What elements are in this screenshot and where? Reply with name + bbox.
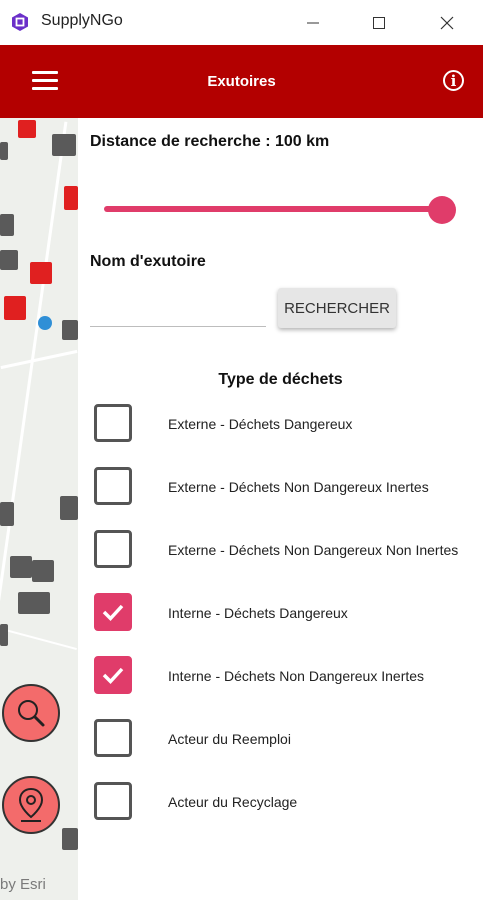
checkmark-icon xyxy=(102,604,124,622)
map-marker[interactable] xyxy=(62,828,78,850)
app-logo-icon xyxy=(12,13,28,31)
map-marker[interactable] xyxy=(0,502,14,526)
map-view[interactable]: by Esri xyxy=(0,118,79,900)
checkmark-icon xyxy=(102,667,124,685)
checkbox-row[interactable]: Externe - Déchets Dangereux xyxy=(94,404,483,446)
map-marker[interactable] xyxy=(0,214,14,236)
map-marker[interactable] xyxy=(38,316,52,330)
checkbox-row[interactable]: Acteur du Recyclage xyxy=(94,782,483,824)
checkbox-label: Acteur du Reemploi xyxy=(168,731,291,747)
map-road xyxy=(1,627,77,651)
close-button[interactable] xyxy=(424,0,470,45)
outlet-name-label: Nom d'exutoire xyxy=(90,253,206,270)
distance-label: Distance de recherche : 100 km xyxy=(90,133,330,150)
checkbox-row[interactable]: Externe - Déchets Non Dangereux Non Iner… xyxy=(94,530,483,572)
checkbox-label: Externe - Déchets Dangereux xyxy=(168,416,353,432)
checkbox-row[interactable]: Acteur du Reemploi xyxy=(94,719,483,761)
map-location-button[interactable] xyxy=(2,776,60,834)
app-header: Exutoires i xyxy=(0,45,483,118)
checkbox[interactable] xyxy=(94,656,132,694)
map-marker[interactable] xyxy=(0,250,18,270)
search-button[interactable]: RECHERCHER xyxy=(278,288,396,328)
info-glyph: i xyxy=(450,71,457,90)
checkbox[interactable] xyxy=(94,593,132,631)
map-marker[interactable] xyxy=(32,560,54,582)
checkbox-label: Externe - Déchets Non Dangereux Non Iner… xyxy=(168,542,459,558)
search-panel: Distance de recherche : 100 km Nom d'exu… xyxy=(78,118,483,900)
magnifier-icon xyxy=(18,700,45,727)
checkbox-row[interactable]: Interne - Déchets Dangereux xyxy=(94,593,483,635)
window-title-bar: SupplyNGo xyxy=(0,0,483,45)
maximize-icon xyxy=(373,16,385,29)
map-marker[interactable] xyxy=(30,262,52,284)
checkbox-label: Interne - Déchets Non Dangereux Inertes xyxy=(168,668,425,684)
outlet-name-input[interactable] xyxy=(90,296,266,327)
maximize-button[interactable] xyxy=(356,0,402,45)
checkbox[interactable] xyxy=(94,467,132,505)
checkbox-label: Externe - Déchets Non Dangereux Inertes xyxy=(168,479,429,495)
map-marker[interactable] xyxy=(0,624,8,646)
checkbox[interactable] xyxy=(94,530,132,568)
map-road xyxy=(0,349,78,370)
checkbox-label: Acteur du Recyclage xyxy=(168,794,298,810)
location-pin-icon xyxy=(18,787,44,822)
map-marker[interactable] xyxy=(52,134,76,156)
map-marker[interactable] xyxy=(64,186,78,210)
map-marker[interactable] xyxy=(18,592,50,614)
map-marker[interactable] xyxy=(10,556,32,578)
minimize-icon xyxy=(307,22,319,23)
minimize-button[interactable] xyxy=(290,0,336,45)
checkbox[interactable] xyxy=(94,782,132,820)
checkbox-label: Interne - Déchets Dangereux xyxy=(168,605,348,621)
page-title: Exutoires xyxy=(207,73,276,90)
map-marker[interactable] xyxy=(18,120,36,138)
waste-type-title: Type de déchets xyxy=(218,371,343,388)
map-marker[interactable] xyxy=(0,142,8,160)
checkbox[interactable] xyxy=(94,719,132,757)
map-attribution: by Esri xyxy=(0,876,46,893)
map-marker[interactable] xyxy=(60,496,78,520)
checkbox-row[interactable]: Externe - Déchets Non Dangereux Inertes xyxy=(94,467,483,509)
checkbox[interactable] xyxy=(94,404,132,442)
checkbox-row[interactable]: Interne - Déchets Non Dangereux Inertes xyxy=(94,656,483,698)
map-marker[interactable] xyxy=(62,320,78,340)
map-search-button[interactable] xyxy=(2,684,60,742)
close-icon xyxy=(440,16,454,29)
info-icon[interactable]: i xyxy=(443,70,464,91)
distance-slider-track[interactable] xyxy=(104,206,442,212)
distance-slider-thumb[interactable] xyxy=(428,196,456,224)
map-marker[interactable] xyxy=(4,296,26,320)
window-title: SupplyNGo xyxy=(41,12,123,29)
